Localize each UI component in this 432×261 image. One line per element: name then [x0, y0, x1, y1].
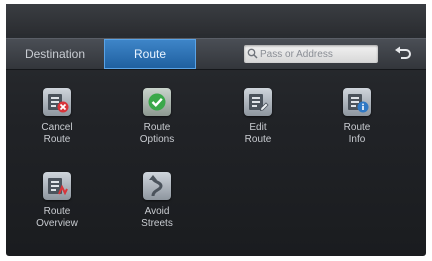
cancel-route-label: Cancel Route	[41, 122, 73, 145]
route-info-button[interactable]: Route Info	[322, 88, 392, 152]
tab-route[interactable]: Route	[104, 39, 196, 69]
back-arrow-icon	[395, 46, 411, 59]
tab-bar: Destination Route	[6, 38, 426, 70]
cancel-route-icon	[43, 88, 71, 116]
edit-route-label: Edit Route	[244, 122, 272, 145]
tab-destination[interactable]: Destination	[6, 39, 104, 69]
edit-route-icon	[244, 88, 272, 116]
route-overview-button[interactable]: Route Overview	[22, 172, 92, 236]
nav-screen: Destination Route Pass or Address Cancel…	[6, 4, 426, 256]
route-info-label: Route Info	[343, 122, 371, 145]
status-bar	[6, 4, 426, 34]
checkmark-icon	[143, 88, 171, 116]
edit-route-button[interactable]: Edit Route	[223, 88, 293, 152]
cancel-route-button[interactable]: Cancel Route	[22, 88, 92, 152]
avoid-streets-icon	[143, 172, 171, 200]
route-options-button[interactable]: Route Options	[122, 88, 192, 152]
route-overview-label: Route Overview	[36, 206, 78, 229]
back-button[interactable]	[388, 43, 418, 65]
search-input[interactable]	[260, 45, 374, 63]
search-box[interactable]	[244, 45, 378, 63]
route-overview-icon	[43, 172, 71, 200]
avoid-streets-label: Avoid Streets	[141, 206, 173, 229]
avoid-streets-button[interactable]: Avoid Streets	[122, 172, 192, 236]
route-options-label: Route Options	[139, 122, 175, 145]
search-icon	[247, 48, 258, 59]
route-info-icon	[343, 88, 371, 116]
